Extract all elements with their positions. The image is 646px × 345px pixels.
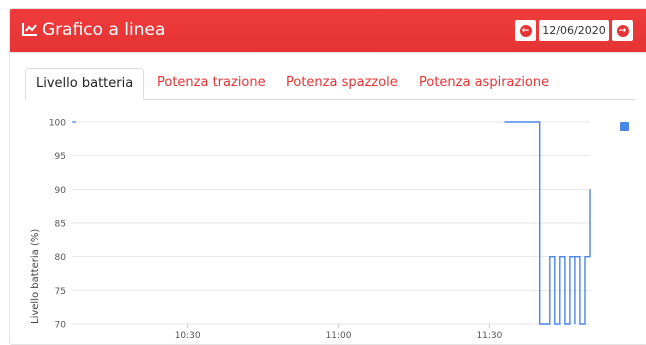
- battery-line-chart: 100 95 90 85 80 75 70 10:30 11:00 11:30 Livello b…: [10, 109, 646, 344]
- y-tick-label: 95: [55, 152, 66, 162]
- prev-date-button[interactable]: ←: [515, 20, 536, 41]
- line-chart-icon: [22, 23, 37, 36]
- y-tick-label: 70: [55, 321, 67, 331]
- x-tick-label: 10:30: [175, 331, 201, 341]
- next-date-button[interactable]: →: [612, 20, 633, 41]
- legend-marker: [620, 122, 629, 131]
- y-tick-label: 90: [55, 186, 67, 196]
- tab-potenza-spazzole[interactable]: Potenza spazzole: [276, 68, 408, 98]
- chart-canvas: 100 95 90 85 80 75 70 10:30 11:00 11:30: [49, 119, 629, 341]
- tab-livello-batteria[interactable]: Livello batteria: [25, 68, 145, 100]
- chart-tabs: Livello batteria Potenza trazione Potenz…: [25, 68, 635, 100]
- line-chart-card: Grafico a linea ← 12/06/2020 → Livello b…: [9, 8, 646, 345]
- y-tick-label: 80: [55, 253, 67, 263]
- y-tick-label: 85: [55, 220, 66, 230]
- y-axis-label: Livello batteria (%): [30, 228, 41, 324]
- y-tick-label: 75: [55, 287, 66, 297]
- date-field[interactable]: 12/06/2020: [539, 20, 609, 41]
- tab-potenza-trazione[interactable]: Potenza trazione: [147, 68, 276, 98]
- card-title: Grafico a linea: [42, 20, 166, 40]
- arrow-right-circle-icon: →: [616, 24, 629, 37]
- x-tick-label: 11:00: [326, 331, 352, 341]
- tab-potenza-aspirazione[interactable]: Potenza aspirazione: [409, 68, 559, 98]
- card-header: Grafico a linea ← 12/06/2020 →: [10, 9, 646, 52]
- y-tick-label: 100: [49, 119, 66, 129]
- arrow-left-circle-icon: ←: [519, 24, 532, 37]
- x-tick-label: 11:30: [476, 331, 502, 341]
